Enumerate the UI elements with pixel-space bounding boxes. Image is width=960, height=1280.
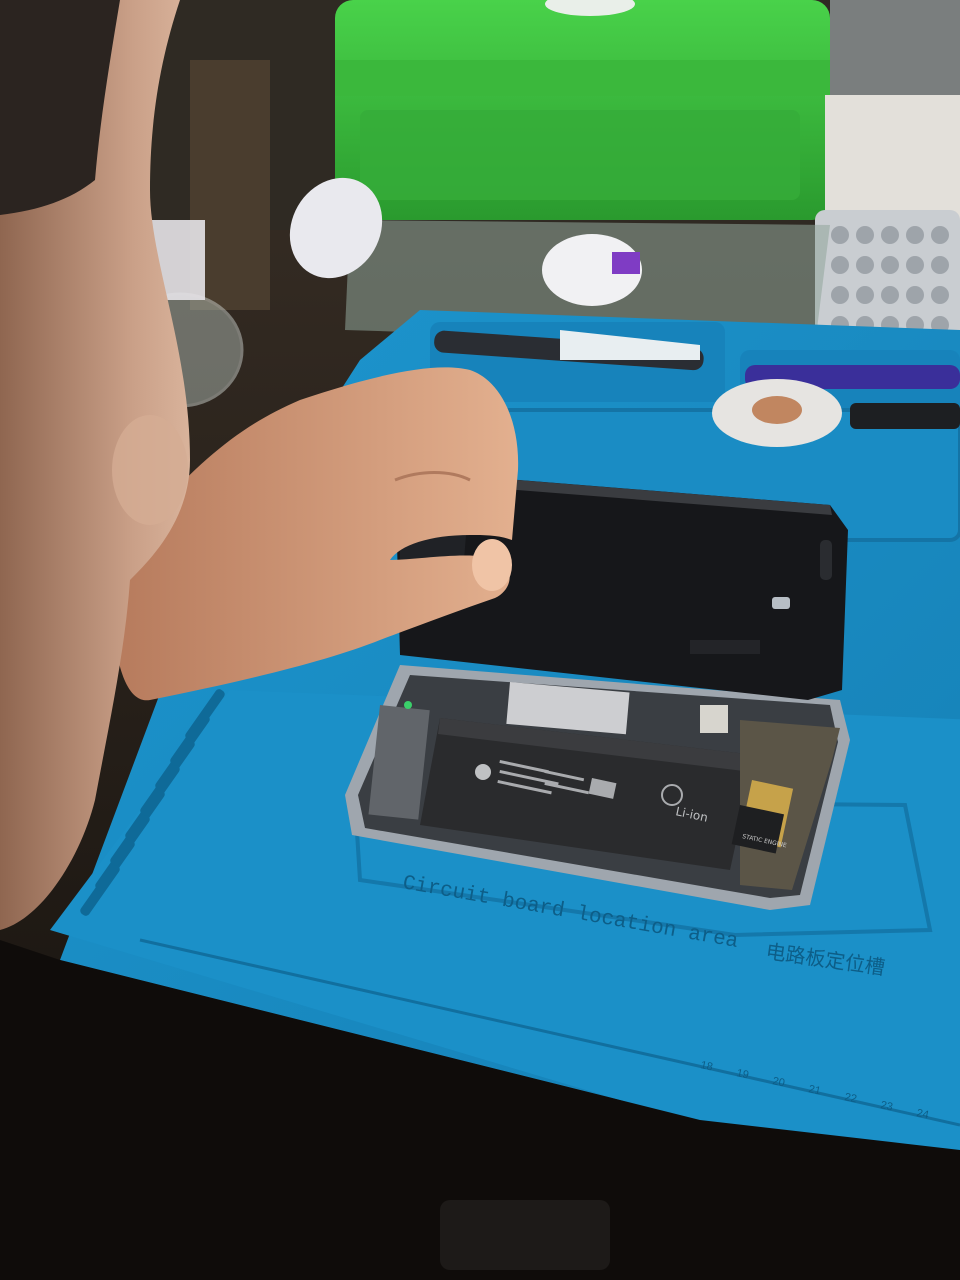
ruler-tick-label: 21 (807, 1083, 821, 1097)
ruler-tick-label: 20 (771, 1075, 785, 1089)
foreground-object (440, 1200, 610, 1270)
thumb-nail (472, 539, 512, 591)
ruler-tick-label: 24 (915, 1107, 929, 1121)
white-case (825, 95, 960, 220)
copper-wick (752, 396, 802, 424)
ruler-tick-label: 19 (735, 1067, 749, 1081)
clear-box (830, 0, 960, 95)
scene-canvas: Circuit board location area 电路板定位槽 18192… (0, 0, 960, 1280)
photo-scene: Circuit board location area 电路板定位槽 18 19 2… (0, 0, 960, 1280)
battery-logo (475, 764, 491, 780)
green-led (404, 701, 412, 709)
sim-tray (700, 705, 728, 733)
ruler-tick-label: 22 (843, 1091, 857, 1105)
ruler-tick-label: 18 (699, 1059, 713, 1073)
ruler-tick-label: 23 (879, 1099, 893, 1113)
green-storage-box (335, 0, 830, 220)
black-tool (850, 403, 960, 429)
purple-tag (612, 252, 640, 274)
